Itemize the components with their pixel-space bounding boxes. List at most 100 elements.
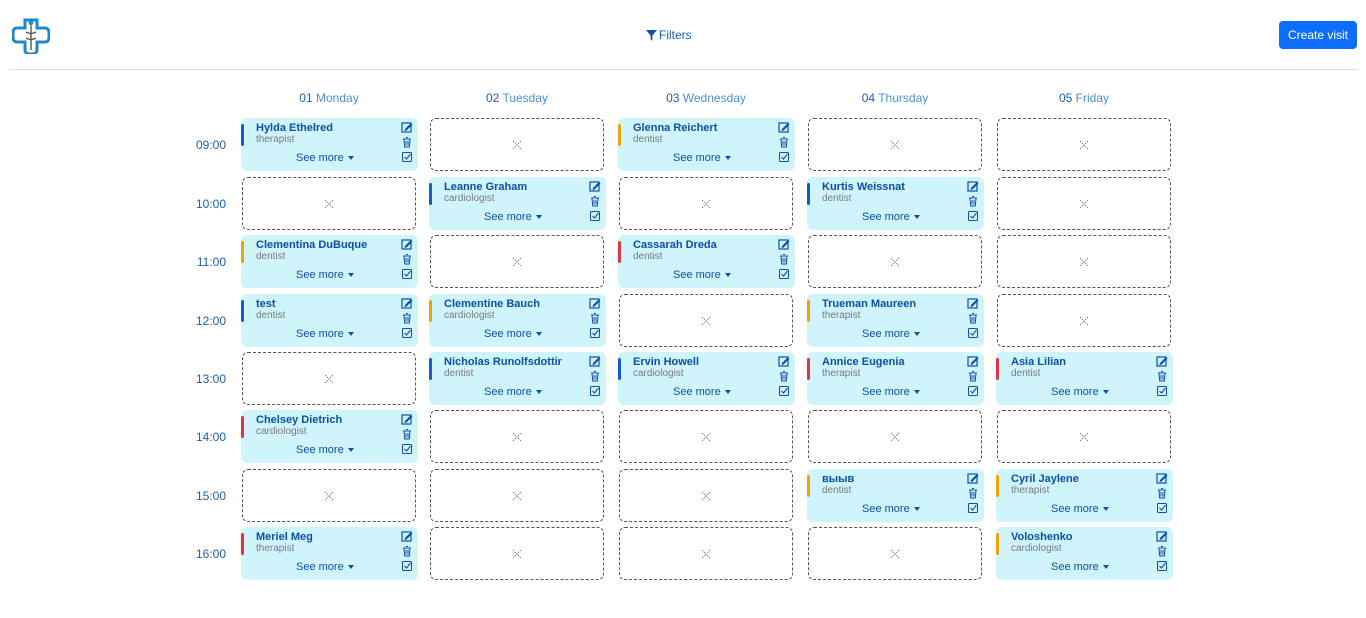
trash-icon[interactable] [401,253,413,265]
checkbox-icon[interactable] [401,443,413,455]
see-more-toggle[interactable]: See more [484,386,542,398]
trash-icon[interactable] [967,487,979,499]
checkbox-icon[interactable] [967,327,979,339]
logo-icon[interactable] [12,14,50,54]
trash-icon[interactable] [1156,487,1168,499]
see-more-toggle[interactable]: See more [673,152,731,164]
see-more-toggle[interactable]: See more [484,328,542,340]
checkbox-icon[interactable] [401,560,413,572]
visit-card[interactable]: Cyril Jaylene therapist See more [996,469,1173,522]
see-more-toggle[interactable]: See more [673,269,731,281]
see-more-toggle[interactable]: See more [673,386,731,398]
empty-slot[interactable] [242,352,416,405]
edit-icon[interactable] [589,355,601,367]
visit-card[interactable]: Kurtis Weissnat dentist See more [807,177,984,230]
see-more-toggle[interactable]: See more [862,211,920,223]
see-more-toggle[interactable]: See more [484,211,542,223]
create-visit-button[interactable]: Create visit [1279,21,1357,49]
checkbox-icon[interactable] [967,385,979,397]
empty-slot[interactable] [430,235,604,288]
checkbox-icon[interactable] [589,327,601,339]
see-more-toggle[interactable]: See more [296,328,354,340]
trash-icon[interactable] [778,253,790,265]
checkbox-icon[interactable] [778,385,790,397]
empty-slot[interactable] [997,410,1171,463]
edit-icon[interactable] [967,355,979,367]
empty-slot[interactable] [808,410,982,463]
edit-icon[interactable] [1156,355,1168,367]
see-more-toggle[interactable]: See more [1051,561,1109,573]
visit-card[interactable]: Glenna Reichert dentist See more [618,118,795,171]
checkbox-icon[interactable] [401,268,413,280]
empty-slot[interactable] [619,177,793,230]
empty-slot[interactable] [619,410,793,463]
see-more-toggle[interactable]: See more [296,561,354,573]
trash-icon[interactable] [401,312,413,324]
empty-slot[interactable] [997,294,1171,347]
visit-card[interactable]: Clementine Bauch cardiologist See more [429,294,606,347]
empty-slot[interactable] [619,527,793,580]
checkbox-icon[interactable] [1156,385,1168,397]
visit-card[interactable]: Asia Lilian dentist See more [996,352,1173,405]
visit-card[interactable]: Meriel Meg therapist See more [241,527,418,580]
trash-icon[interactable] [401,136,413,148]
visit-card[interactable]: Nicholas Runolfsdottir dentist See more [429,352,606,405]
edit-icon[interactable] [778,355,790,367]
empty-slot[interactable] [430,410,604,463]
empty-slot[interactable] [808,527,982,580]
checkbox-icon[interactable] [1156,560,1168,572]
checkbox-icon[interactable] [778,151,790,163]
visit-card[interactable]: выыв dentist See more [807,469,984,522]
empty-slot[interactable] [808,118,982,171]
visit-card[interactable]: Clementina DuBuque dentist See more [241,235,418,288]
trash-icon[interactable] [589,195,601,207]
checkbox-icon[interactable] [401,151,413,163]
see-more-toggle[interactable]: See more [862,328,920,340]
checkbox-icon[interactable] [401,327,413,339]
checkbox-icon[interactable] [1156,502,1168,514]
trash-icon[interactable] [967,370,979,382]
edit-icon[interactable] [401,413,413,425]
empty-slot[interactable] [242,177,416,230]
edit-icon[interactable] [589,297,601,309]
trash-icon[interactable] [778,136,790,148]
empty-slot[interactable] [808,235,982,288]
edit-icon[interactable] [967,472,979,484]
empty-slot[interactable] [997,118,1171,171]
see-more-toggle[interactable]: See more [296,269,354,281]
visit-card[interactable]: Chelsey Dietrich cardiologist See more [241,410,418,463]
trash-icon[interactable] [401,428,413,440]
trash-icon[interactable] [589,370,601,382]
edit-icon[interactable] [589,180,601,192]
visit-card[interactable]: Voloshenko cardiologist See more [996,527,1173,580]
trash-icon[interactable] [589,312,601,324]
empty-slot[interactable] [619,294,793,347]
checkbox-icon[interactable] [589,210,601,222]
checkbox-icon[interactable] [589,385,601,397]
visit-card[interactable]: Ervin Howell cardiologist See more [618,352,795,405]
empty-slot[interactable] [619,469,793,522]
see-more-toggle[interactable]: See more [296,152,354,164]
trash-icon[interactable] [1156,370,1168,382]
empty-slot[interactable] [997,235,1171,288]
edit-icon[interactable] [1156,472,1168,484]
see-more-toggle[interactable]: See more [862,386,920,398]
see-more-toggle[interactable]: See more [1051,503,1109,515]
edit-icon[interactable] [1156,530,1168,542]
edit-icon[interactable] [401,530,413,542]
visit-card[interactable]: Trueman Maureen therapist See more [807,294,984,347]
checkbox-icon[interactable] [778,268,790,280]
empty-slot[interactable] [997,177,1171,230]
trash-icon[interactable] [1156,545,1168,557]
edit-icon[interactable] [778,238,790,250]
visit-card[interactable]: Annice Eugenia therapist See more [807,352,984,405]
checkbox-icon[interactable] [967,210,979,222]
see-more-toggle[interactable]: See more [1051,386,1109,398]
visit-card[interactable]: Leanne Graham cardiologist See more [429,177,606,230]
checkbox-icon[interactable] [967,502,979,514]
visit-card[interactable]: Cassarah Dreda dentist See more [618,235,795,288]
trash-icon[interactable] [967,312,979,324]
empty-slot[interactable] [430,118,604,171]
trash-icon[interactable] [778,370,790,382]
visit-card[interactable]: Hylda Ethelred therapist See more [241,118,418,171]
